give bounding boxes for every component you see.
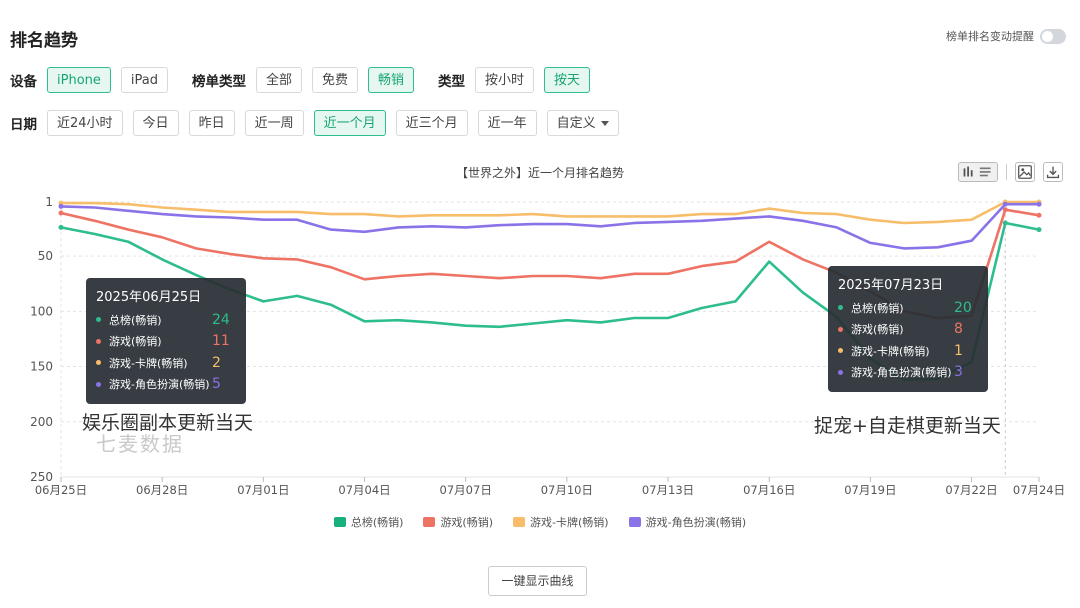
tooltip-row: 总榜(畅销) 20 — [838, 297, 978, 319]
show-all-curves-button[interactable]: 一键显示曲线 — [488, 566, 587, 596]
y-tick-label: 50 — [38, 249, 53, 263]
watermark: 七麦数据 — [96, 432, 184, 456]
tooltip-end: 2025年07月23日 总榜(畅销) 20 游戏(畅销) 8 游戏-卡牌(畅销) 1 … — [828, 266, 988, 392]
tooltip-value: 3 — [954, 364, 963, 381]
tooltip-date: 2025年06月25日 — [96, 290, 202, 305]
series-dot — [838, 326, 843, 332]
tooltip-row: 游戏-角色扮演(畅销) 3 — [838, 362, 978, 384]
tooltip-series-name: 总榜(畅销) — [109, 313, 162, 327]
y-tick-label: 200 — [30, 415, 53, 429]
tooltip-series-name: 游戏(畅销) — [109, 335, 162, 349]
x-axis: 06月25日 06月28日 07月01日 07月04日 07月07日 07月10日 07月1… — [35, 477, 1065, 497]
tooltip-value: 24 — [212, 311, 230, 328]
tooltip-row: 游戏-卡牌(畅销) 1 — [838, 340, 978, 362]
x-tick-label: 07月01日 — [237, 483, 289, 497]
tooltip-value: 11 — [212, 333, 230, 350]
series-dot — [96, 381, 101, 387]
tooltip-date: 2025年07月23日 — [838, 278, 944, 293]
tooltip-row: 游戏-卡牌(畅销) 2 — [96, 352, 236, 374]
x-tick-label: 07月10日 — [541, 483, 593, 497]
tooltip-value: 8 — [954, 321, 963, 338]
legend-item[interactable]: 游戏-卡牌(畅销) — [513, 514, 609, 530]
legend-item[interactable]: 游戏(畅销) — [423, 514, 493, 530]
tooltip-series-name: 游戏-卡牌(畅销) — [109, 356, 188, 370]
x-tick-label: 07月24日 — [1013, 483, 1065, 497]
series-line[interactable] — [61, 200, 1039, 225]
y-tick-label: 150 — [30, 360, 53, 374]
tooltip-value: 20 — [954, 299, 972, 316]
x-tick-label: 07月04日 — [338, 483, 390, 497]
x-tick-label: 07月07日 — [440, 483, 492, 497]
legend-swatch — [423, 517, 436, 527]
y-tick-label: 1 — [45, 195, 53, 209]
data-point[interactable] — [58, 224, 64, 230]
tooltip-row: 总榜(畅销) 24 — [96, 309, 236, 331]
legend-swatch — [628, 517, 641, 527]
annotation-right: 捉宠+自走棋更新当天 — [814, 415, 1001, 437]
tooltip-series-name: 总榜(畅销) — [851, 301, 904, 315]
y-axis: 150100150200250 — [30, 195, 53, 484]
tooltip-start: 2025年06月25日 总榜(畅销) 24 游戏(畅销) 11 游戏-卡牌(畅销) 2… — [86, 278, 246, 404]
chart-legend: 总榜(畅销) 游戏(畅销) 游戏-卡牌(畅销) 游戏-角色扮演(畅销) — [0, 514, 1080, 530]
series-dot — [96, 317, 101, 323]
data-point[interactable] — [1036, 212, 1042, 218]
tooltip-series-name: 游戏(畅销) — [851, 323, 904, 337]
data-point[interactable] — [58, 203, 64, 209]
legend-swatch — [333, 517, 346, 527]
data-point[interactable] — [58, 210, 64, 216]
tooltip-series-name: 游戏-角色扮演(畅销) — [851, 366, 952, 380]
series-dot — [96, 360, 101, 366]
data-point[interactable] — [1002, 201, 1008, 207]
tooltip-row: 游戏(畅销) 11 — [96, 331, 236, 353]
x-tick-label: 06月25日 — [35, 483, 87, 497]
x-tick-label: 07月13日 — [642, 483, 694, 497]
tooltip-series-name: 游戏-角色扮演(畅销) — [109, 378, 210, 392]
tooltip-row: 游戏-角色扮演(畅销) 5 — [96, 374, 236, 396]
tooltip-value: 1 — [954, 342, 963, 359]
data-point[interactable] — [1002, 220, 1008, 226]
tooltip-value: 5 — [212, 376, 221, 393]
x-tick-label: 07月22日 — [945, 483, 997, 497]
y-tick-label: 250 — [30, 470, 53, 484]
legend-label: 游戏(畅销) — [440, 516, 494, 529]
series-dot — [838, 369, 843, 375]
legend-label: 游戏-角色扮演(畅销) — [645, 516, 747, 529]
series-dot — [96, 338, 101, 344]
series-dot — [838, 348, 843, 354]
tooltip-series-name: 游戏-卡牌(畅销) — [851, 344, 930, 358]
data-point[interactable] — [1036, 201, 1042, 207]
x-tick-label: 06月28日 — [136, 483, 188, 497]
legend-label: 总榜(畅销) — [350, 516, 404, 529]
y-tick-label: 100 — [30, 304, 53, 318]
legend-item[interactable]: 总榜(畅销) — [333, 514, 404, 530]
legend-label: 游戏-卡牌(畅销) — [530, 516, 609, 529]
legend-item[interactable]: 游戏-角色扮演(畅销) — [628, 514, 747, 530]
x-tick-label: 07月16日 — [743, 483, 795, 497]
legend-swatch — [513, 517, 526, 527]
data-point[interactable] — [1036, 227, 1042, 233]
tooltip-row: 游戏(畅销) 8 — [838, 319, 978, 341]
x-tick-label: 07月19日 — [844, 483, 896, 497]
series-dot — [838, 305, 843, 311]
tooltip-value: 2 — [212, 354, 221, 371]
